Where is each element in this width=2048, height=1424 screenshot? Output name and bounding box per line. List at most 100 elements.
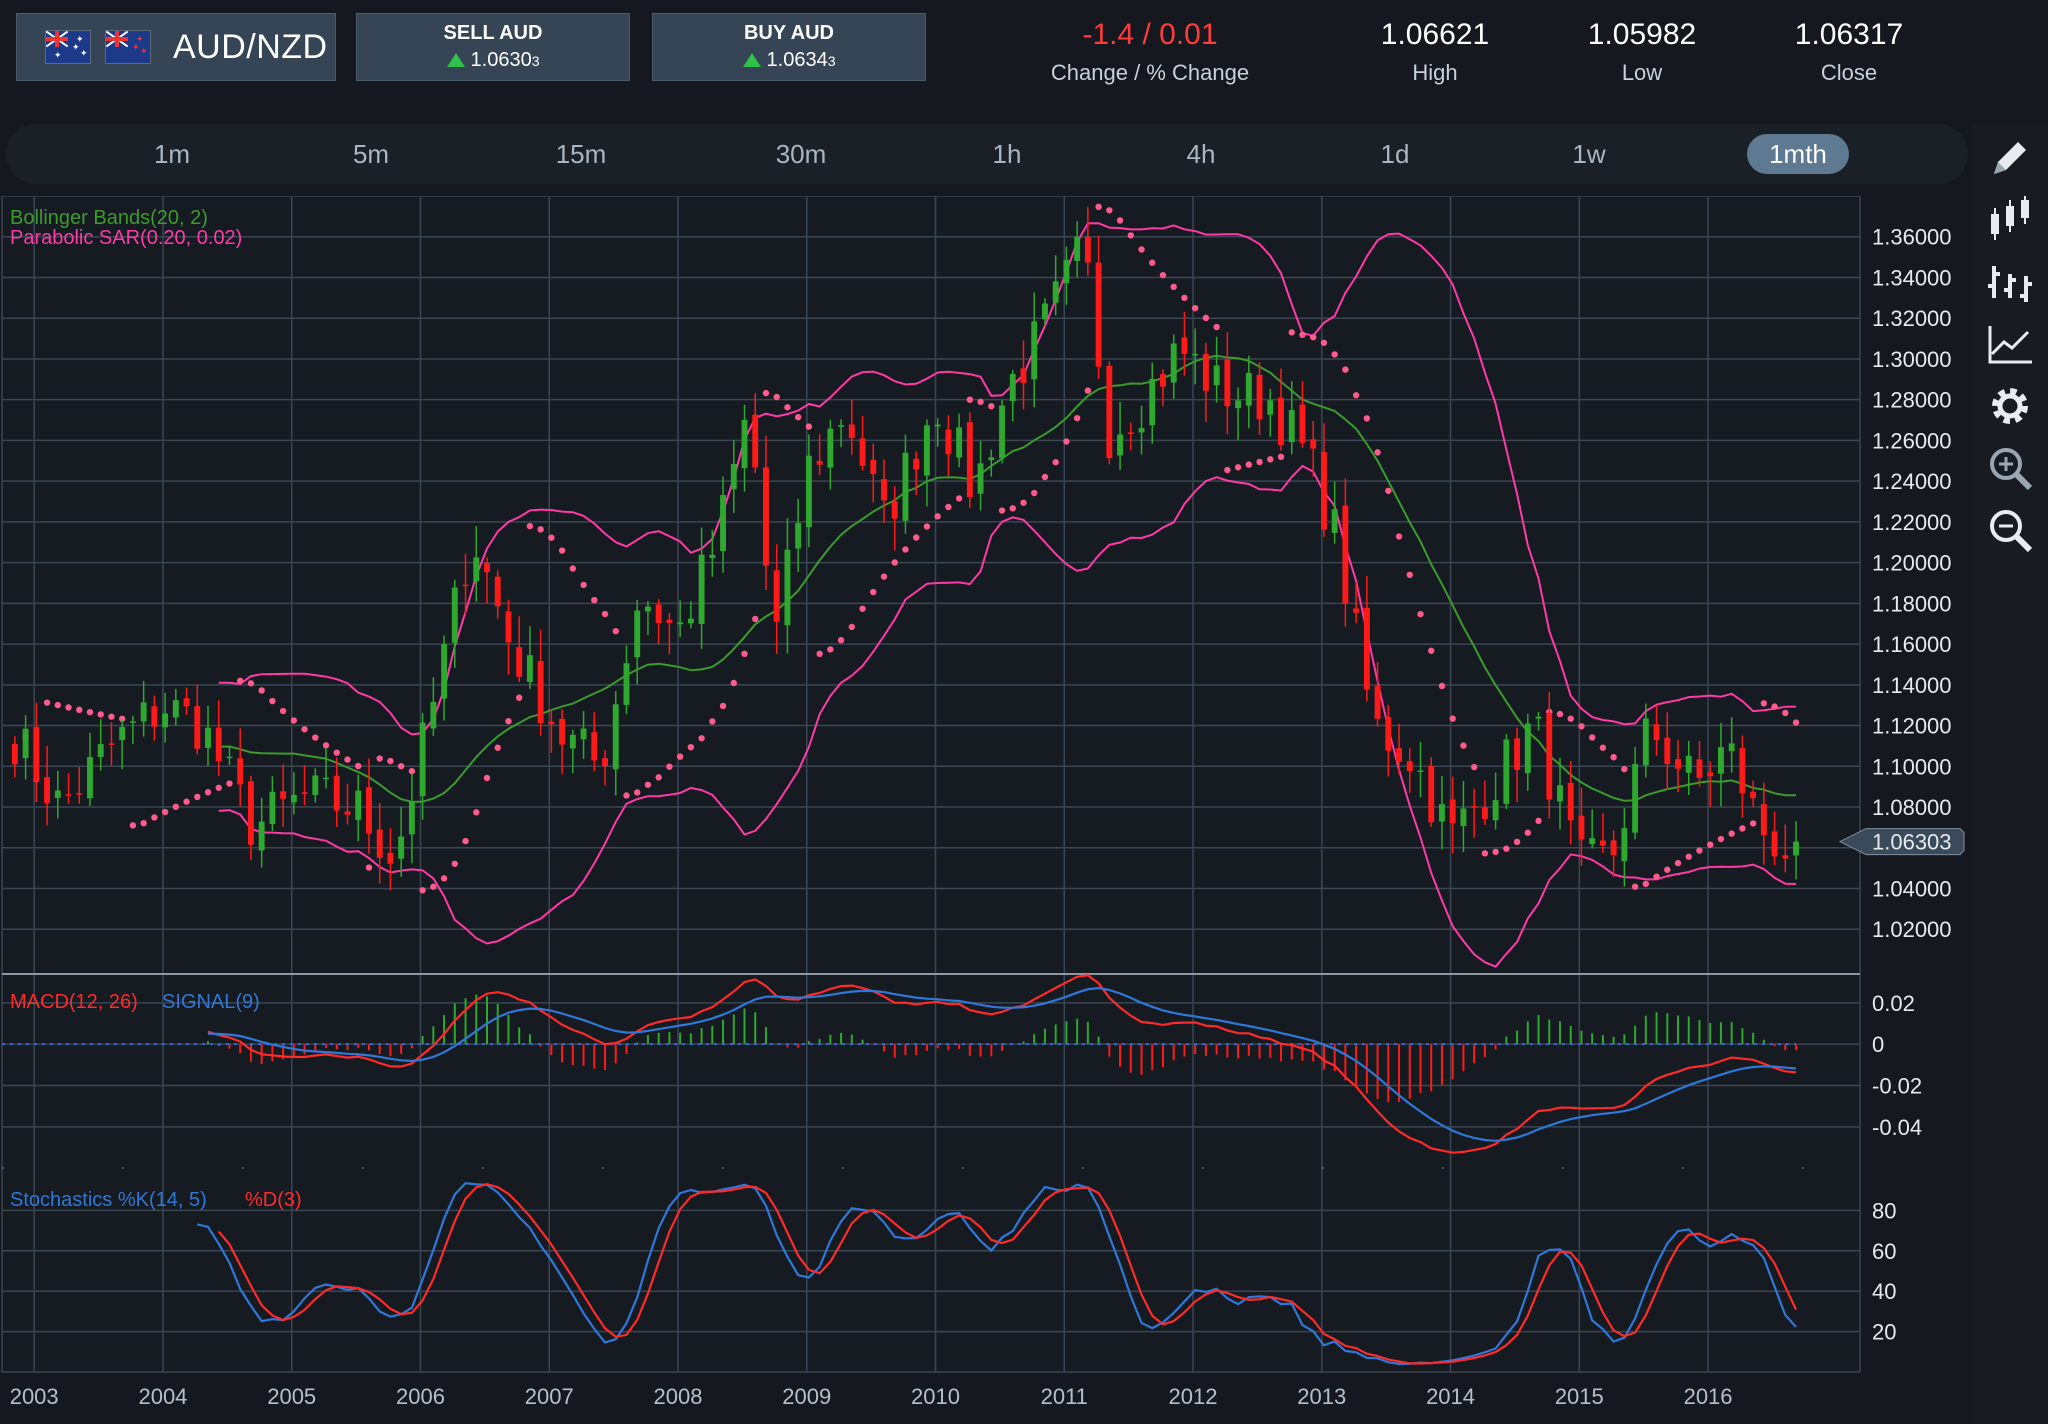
zoom-in-icon[interactable]: [1984, 442, 2036, 494]
year-label: 2013: [1297, 1384, 1346, 1409]
sar-dot: [1782, 709, 1789, 717]
pair-selector[interactable]: ✦ ✦ ✦ ✦ ✦ ✦ ✦ AUD/NZD: [16, 13, 336, 81]
sar-dot: [419, 887, 426, 894]
candle-body: [1127, 432, 1134, 435]
sar-dot: [1073, 414, 1081, 422]
buy-button[interactable]: BUY AUD 1.06343: [652, 13, 926, 81]
candle-body: [76, 793, 83, 795]
sar-dot: [1127, 232, 1134, 239]
tab-1mth[interactable]: 1mth: [1747, 134, 1849, 174]
candle-body: [902, 452, 909, 521]
candle-body: [1224, 359, 1231, 407]
tab-30m[interactable]: 30m: [756, 134, 846, 174]
candle-body: [1589, 838, 1596, 845]
candle-body: [1696, 759, 1703, 778]
sar-dot: [301, 726, 308, 733]
sar-dot: [1191, 304, 1199, 312]
candle-body: [1707, 772, 1714, 777]
sar-dot: [644, 781, 652, 788]
sar-dot: [515, 694, 523, 701]
candle-body: [312, 775, 319, 795]
sar-dot: [215, 784, 222, 791]
gear-icon[interactable]: [1984, 380, 2036, 432]
candle-body: [752, 414, 759, 468]
candle-body: [87, 757, 93, 799]
candlestick-icon[interactable]: [1984, 194, 2036, 246]
sar-dot: [1202, 314, 1210, 322]
candle-body: [784, 549, 791, 626]
sar-dot: [1395, 533, 1403, 540]
change-stat: -1.4 / 0.01 Change / % Change: [1030, 18, 1270, 86]
candle-body: [205, 727, 211, 748]
candle-body: [1181, 337, 1188, 354]
sar-dot: [1428, 647, 1435, 654]
sar-dot: [355, 762, 362, 770]
sar-dot: [1159, 271, 1167, 279]
price-tick-label: 1.36000: [1872, 225, 1952, 250]
candle-body: [1492, 800, 1499, 821]
sar-dot: [1170, 283, 1177, 291]
sar-dot: [923, 523, 931, 530]
candle-body: [1020, 368, 1027, 383]
candle-body: [473, 557, 480, 582]
candle-body: [709, 554, 716, 559]
price-tick-label: 1.30000: [1872, 347, 1952, 372]
tab-1m[interactable]: 1m: [136, 134, 208, 174]
candle-body: [323, 777, 329, 780]
sar-dot: [333, 749, 340, 756]
sar-dot: [1224, 466, 1231, 474]
sar-dot: [623, 792, 630, 799]
candle-body: [1117, 434, 1124, 456]
zoom-out-icon[interactable]: [1984, 504, 2036, 556]
candle-body: [1320, 452, 1327, 530]
sar-dot: [1621, 765, 1628, 773]
buy-price: 1.0634: [766, 49, 828, 71]
price-tick-label: 1.14000: [1872, 673, 1952, 698]
bollinger-legend: Bollinger Bands(20, 2): [10, 207, 208, 229]
candle-body: [280, 791, 287, 799]
sar-dot: [655, 774, 662, 781]
candle-body: [795, 523, 802, 549]
candle-body: [140, 702, 147, 722]
sell-button[interactable]: SELL AUD 1.06303: [356, 13, 630, 81]
candle-body: [1417, 770, 1424, 773]
pencil-icon[interactable]: [1984, 132, 2036, 184]
change-label: Change / % Change: [1050, 60, 1250, 85]
candle-body: [1052, 281, 1059, 303]
candle-body: [1310, 439, 1317, 449]
candle-body: [1299, 404, 1306, 443]
tab-1w[interactable]: 1w: [1554, 134, 1624, 174]
sar-dot: [247, 680, 255, 687]
candle-body: [1084, 236, 1091, 263]
sar-dot: [687, 743, 695, 751]
tab-1d[interactable]: 1d: [1360, 134, 1430, 174]
candle-body: [1235, 400, 1242, 409]
tab-4h[interactable]: 4h: [1166, 134, 1236, 174]
tab-1h[interactable]: 1h: [972, 134, 1042, 174]
stoch-tick-label: 80: [1872, 1198, 1896, 1223]
current-price-label: 1.06303: [1872, 830, 1952, 855]
tab-15m[interactable]: 15m: [540, 134, 622, 174]
price-chart[interactable]: 1.36000 1.34000 1.32000 1.30000 1.28000 1.260…: [0, 196, 1968, 1424]
sar-dot: [1610, 753, 1617, 761]
candle-body: [441, 644, 448, 699]
candle-body: [580, 728, 587, 740]
candle-body: [194, 706, 201, 749]
candle-body: [1449, 799, 1456, 824]
sar-dot: [859, 605, 866, 612]
bar-chart-icon[interactable]: [1984, 256, 2036, 308]
price-tick-label: 1.10000: [1872, 754, 1952, 779]
sar-dot: [1417, 610, 1424, 618]
sar-dot: [312, 734, 319, 741]
candle-body: [730, 463, 737, 490]
sar-dot: [698, 735, 705, 742]
candle-body: [151, 706, 158, 727]
high-label: High: [1412, 60, 1458, 85]
tab-5m[interactable]: 5m: [335, 134, 407, 174]
candle-body: [387, 852, 394, 864]
candle-body: [1642, 718, 1649, 766]
sar-dot: [870, 588, 877, 596]
price-tick-label: 1.08000: [1872, 795, 1952, 820]
line-chart-icon[interactable]: [1984, 318, 2036, 370]
sar-dot: [827, 646, 834, 653]
